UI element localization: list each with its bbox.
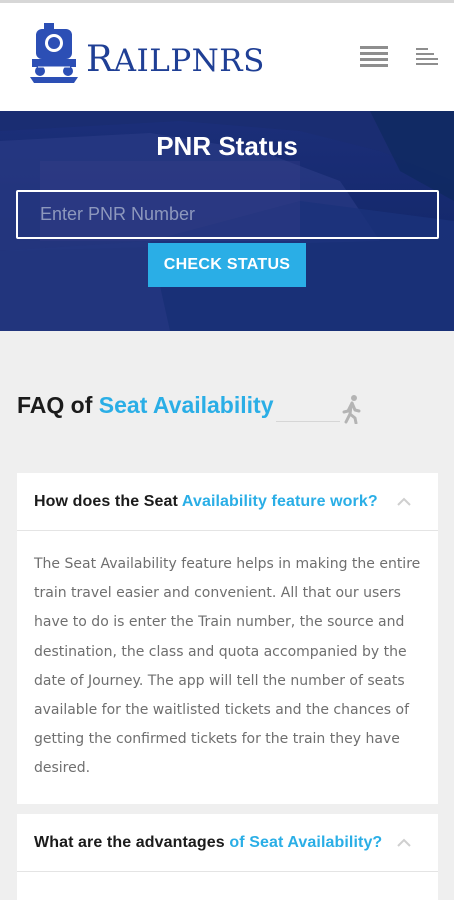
walking-person-icon xyxy=(342,395,361,424)
faq-item: What are the advantages of Seat Availabi… xyxy=(17,814,438,900)
faq-question-accent: of Seat Availability? xyxy=(229,834,383,851)
faq-question-accent: Availability feature work? xyxy=(181,493,378,510)
faq-heading: FAQ of Seat Availability xyxy=(17,392,273,419)
menu-grid-icon[interactable] xyxy=(360,46,390,70)
brand-initial: R xyxy=(86,39,114,80)
chevron-up-icon[interactable] xyxy=(397,838,411,848)
brand-rest: AILPNRS xyxy=(113,43,265,79)
check-status-button[interactable]: CHECK STATUS xyxy=(148,243,306,287)
site-header: RAILPNRS xyxy=(0,3,454,111)
faq-item: How does the Seat Availability feature w… xyxy=(17,473,438,804)
faq-question-prefix: What are the advantages xyxy=(34,834,225,851)
faq-heading-accent: Seat Availability xyxy=(98,392,274,418)
faq-answer: The Seat Availability feature helps in m… xyxy=(34,556,421,777)
brand-name[interactable]: RAILPNRS xyxy=(86,42,265,79)
pnr-status-hero: PNR Status CHECK STATUS xyxy=(0,111,454,331)
chevron-up-icon[interactable] xyxy=(397,497,411,507)
train-logo-icon[interactable] xyxy=(28,21,80,85)
faq-question: How does the Seat Availability feature w… xyxy=(34,493,378,511)
faq-question: What are the advantages of Seat Availabi… xyxy=(34,834,382,852)
faq-question-prefix: How does the Seat xyxy=(34,493,178,510)
faq-question-toggle[interactable]: What are the advantages of Seat Availabi… xyxy=(17,814,438,872)
page-title: PNR Status xyxy=(156,131,298,161)
pnr-number-input[interactable] xyxy=(16,190,439,239)
menu-lines-icon[interactable] xyxy=(416,48,440,68)
faq-question-toggle[interactable]: How does the Seat Availability feature w… xyxy=(17,473,438,531)
heading-divider xyxy=(276,421,340,422)
faq-heading-prefix: FAQ of xyxy=(17,392,93,418)
